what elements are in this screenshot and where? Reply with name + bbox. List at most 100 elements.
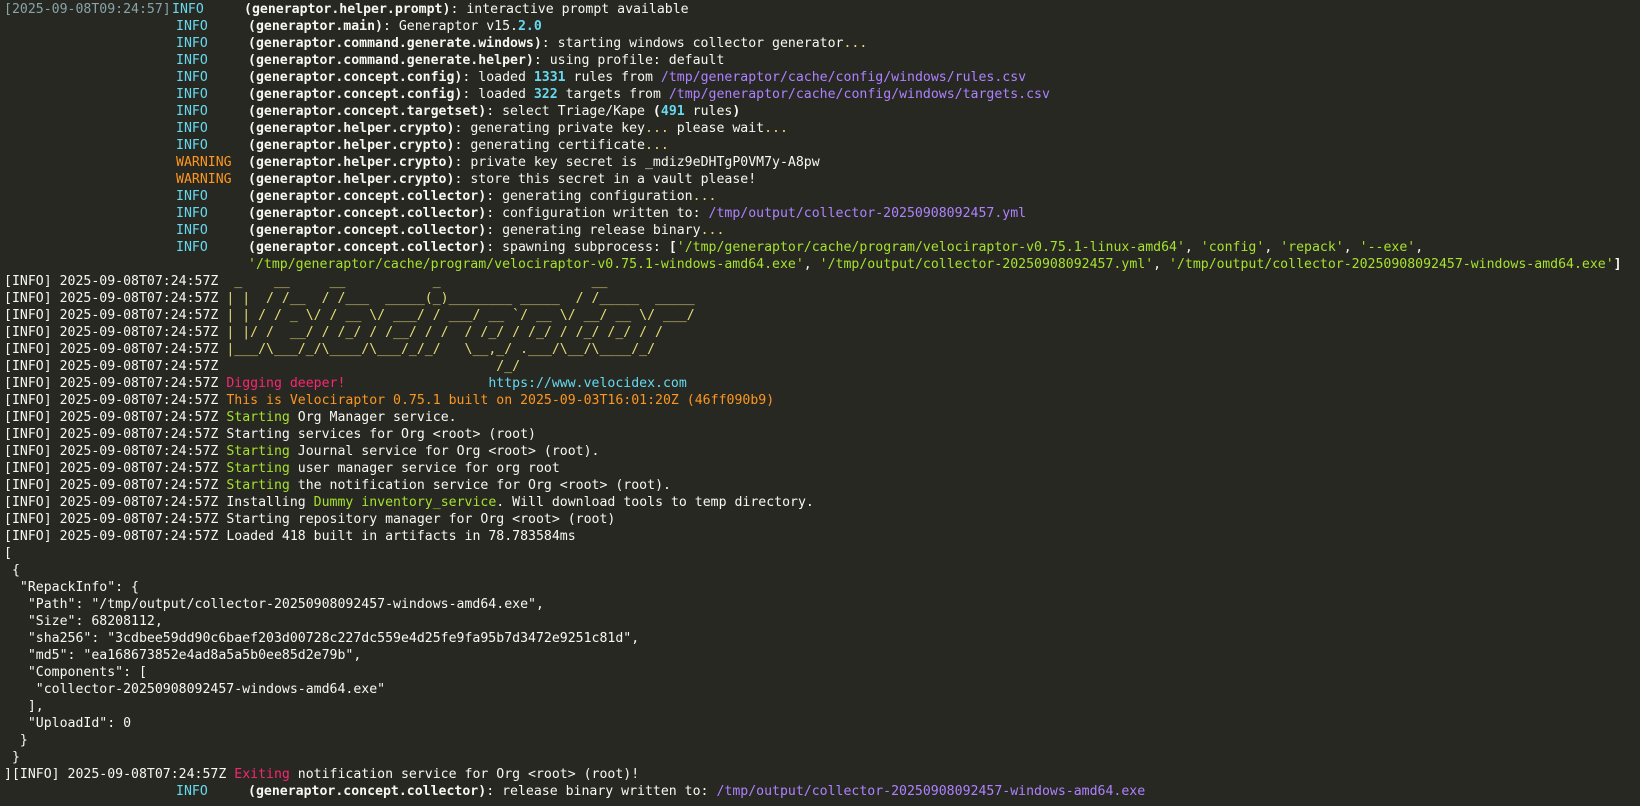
log-segment: (generaptor.concept.collector)	[248, 784, 487, 799]
json-text: }	[4, 733, 28, 748]
generaptor-log-line: INFO (generaptor.concept.collector): conf…	[4, 205, 1640, 222]
log-segment: ...	[764, 121, 788, 136]
log-segment: https://www.velocidex.com	[345, 376, 687, 391]
log-segment: /tmp/output/collector-20250908092457-win…	[716, 784, 1146, 799]
json-output-line: "collector-20250908092457-windows-amd64.…	[4, 681, 1640, 698]
log-segment: '/tmp/output/collector-20250908092457-wi…	[1169, 257, 1614, 272]
json-text: ],	[4, 699, 44, 714]
log-segment: Org Manager service.	[289, 410, 457, 425]
log-level: INFO	[176, 70, 208, 85]
log-segment: (generaptor.main)	[248, 19, 383, 34]
generaptor-log-line: INFO (generaptor.main): Generaptor v15.2.…	[4, 18, 1640, 35]
json-output-line: {	[4, 562, 1640, 579]
log-segment: . Will download tools to temp directory.	[496, 495, 814, 510]
generaptor-log-line: [2025-09-08T09:24:57]INFO (generaptor.hel…	[4, 1, 1640, 18]
log-prefix: [INFO] 2025-09-08T07:24:57Z	[4, 495, 227, 510]
json-output-line: }	[4, 732, 1640, 749]
log-segment: (generaptor.helper.prompt)	[244, 2, 451, 17]
log-segment: (generaptor.concept.collector)	[248, 189, 487, 204]
json-output-line: "sha256": "3cdbee59dd90c6baef203d00728c2…	[4, 630, 1640, 647]
log-prefix: [INFO] 2025-09-08T07:24:57Z	[4, 410, 227, 425]
log-segment: 'config'	[1200, 240, 1265, 255]
log-segment: (generaptor.concept.targetset)	[248, 104, 487, 119]
generaptor-log-line: INFO (generaptor.command.generate.helper)…	[4, 52, 1640, 69]
log-level: INFO	[176, 206, 208, 221]
velociraptor-log-line: [INFO] 2025-09-08T07:24:57Z Installing D…	[4, 494, 1640, 511]
generaptor-log-line: INFO (generaptor.concept.collector): gene…	[4, 188, 1640, 205]
json-output-line: "md5": "ea168673852e4ad8a5a5b0ee85d2e79b…	[4, 647, 1640, 664]
generaptor-log-line: INFO (generaptor.concept.config): loaded …	[4, 86, 1640, 103]
log-prefix: [INFO] 2025-09-08T07:24:57Z	[4, 478, 227, 493]
log-level: INFO	[176, 121, 208, 136]
log-segment: Exiting	[234, 767, 290, 782]
json-text: }	[4, 750, 20, 765]
generaptor-log-line: INFO (generaptor.command.generate.windows…	[4, 35, 1640, 52]
log-segment: : starting windows collector generator	[541, 36, 844, 51]
json-output-line: "Path": "/tmp/output/collector-202509080…	[4, 596, 1640, 613]
velociraptor-logo-line: [INFO] 2025-09-08T07:24:57Z | | / /__ / …	[4, 290, 1640, 307]
log-segment: ,	[803, 257, 820, 272]
log-segment: : configuration written to:	[486, 206, 709, 221]
velociraptor-log-line: [INFO] 2025-09-08T07:24:57Z Loaded 418 b…	[4, 528, 1640, 545]
log-segment: Digging deeper!	[226, 376, 346, 391]
generaptor-log-line: WARNING (generaptor.helper.crypto): priva…	[4, 154, 1640, 171]
log-segment: user manager service for org root	[289, 461, 560, 476]
log-segment: ,	[1415, 240, 1424, 255]
log-segment: 1331	[533, 70, 566, 85]
log-level: INFO	[176, 36, 208, 51]
velociraptor-logo-line: [INFO] 2025-09-08T07:24:57Z _ __ __ _ __	[4, 273, 1640, 290]
generaptor-log-line: INFO (generaptor.concept.collector): spaw…	[4, 239, 1640, 256]
generaptor-log-line: INFO (generaptor.concept.collector): rele…	[4, 783, 1640, 800]
log-level: INFO	[176, 19, 208, 34]
log-segment: 322	[533, 87, 558, 102]
log-segment: '/tmp/output/collector-20250908092457.ym…	[819, 257, 1154, 272]
json-text: "sha256": "3cdbee59dd90c6baef203d00728c2…	[4, 631, 640, 646]
log-level: INFO	[176, 53, 208, 68]
generaptor-log-line: INFO (generaptor.helper.crypto): generati…	[4, 120, 1640, 137]
ascii-logo: | | / / _ \/ / __ \/ ___/ / ___/ __ `/ _…	[226, 308, 695, 323]
json-output-line: [	[4, 545, 1640, 562]
log-level: INFO	[176, 784, 208, 799]
log-segment: notification service for Org <root> (roo…	[289, 767, 640, 782]
log-segment: (generaptor.helper.crypto)	[248, 155, 455, 170]
log-segment: ,	[1153, 257, 1170, 272]
json-output-line: "RepackInfo": {	[4, 579, 1640, 596]
terminal-window[interactable]: [2025-09-08T09:24:57]INFO (generaptor.hel…	[0, 0, 1640, 806]
json-output-line: }	[4, 749, 1640, 766]
log-segment: : loaded	[462, 70, 534, 85]
velociraptor-logo-line: [INFO] 2025-09-08T07:24:57Z /_/	[4, 358, 1640, 375]
log-prefix: [INFO] 2025-09-08T07:24:57Z	[4, 376, 227, 391]
generaptor-log-line: WARNING (generaptor.helper.crypto): store…	[4, 171, 1640, 188]
velociraptor-logo-line: [INFO] 2025-09-08T07:24:57Z |___/\___/_/…	[4, 341, 1640, 358]
velociraptor-log-line: [INFO] 2025-09-08T07:24:57Z Starting Jou…	[4, 443, 1640, 460]
log-segment: )	[732, 104, 741, 119]
log-segment: (generaptor.command.generate.helper)	[248, 53, 534, 68]
log-segment: (generaptor.helper.crypto)	[248, 121, 455, 136]
velociraptor-log-line: [INFO] 2025-09-08T07:24:57Z This is Velo…	[4, 392, 1640, 409]
log-segment: the notification service for Org <root> …	[289, 478, 671, 493]
log-segment: targets from	[557, 87, 669, 102]
log-segment: : using profile: default	[533, 53, 725, 68]
ascii-logo: |___/\___/_/\____/\___/_/_/ \__,_/ .___/…	[226, 342, 656, 357]
log-prefix: ][INFO] 2025-09-08T07:24:57Z	[4, 767, 235, 782]
log-level: INFO	[176, 138, 208, 153]
json-text: "UploadId": 0	[4, 716, 132, 731]
log-level: INFO	[176, 223, 208, 238]
generaptor-log-line: INFO (generaptor.concept.targetset): sele…	[4, 103, 1640, 120]
log-segment: Starting repository manager for Org <roo…	[226, 512, 616, 527]
log-segment: Starting services for Org <root> (root)	[226, 427, 536, 442]
log-segment: ...	[843, 36, 868, 51]
log-segment: : interactive prompt available	[450, 2, 689, 17]
log-segment: '/tmp/generaptor/cache/program/velocirap…	[676, 240, 1185, 255]
log-segment: ,	[1264, 240, 1281, 255]
log-segment: : release binary written to:	[486, 784, 717, 799]
ascii-logo: _ __ __ _ __	[226, 274, 608, 289]
log-segment: Starting	[226, 461, 290, 476]
log-segment: (generaptor.helper.crypto)	[248, 172, 455, 187]
generaptor-log-line: INFO (generaptor.helper.crypto): generati…	[4, 137, 1640, 154]
log-segment: : store this secret in a vault please!	[454, 172, 757, 187]
log-segment: : generating release binary	[486, 223, 701, 238]
log-prefix: [INFO] 2025-09-08T07:24:57Z	[4, 512, 227, 527]
log-segment: rules	[684, 104, 733, 119]
log-segment: Starting	[226, 410, 290, 425]
